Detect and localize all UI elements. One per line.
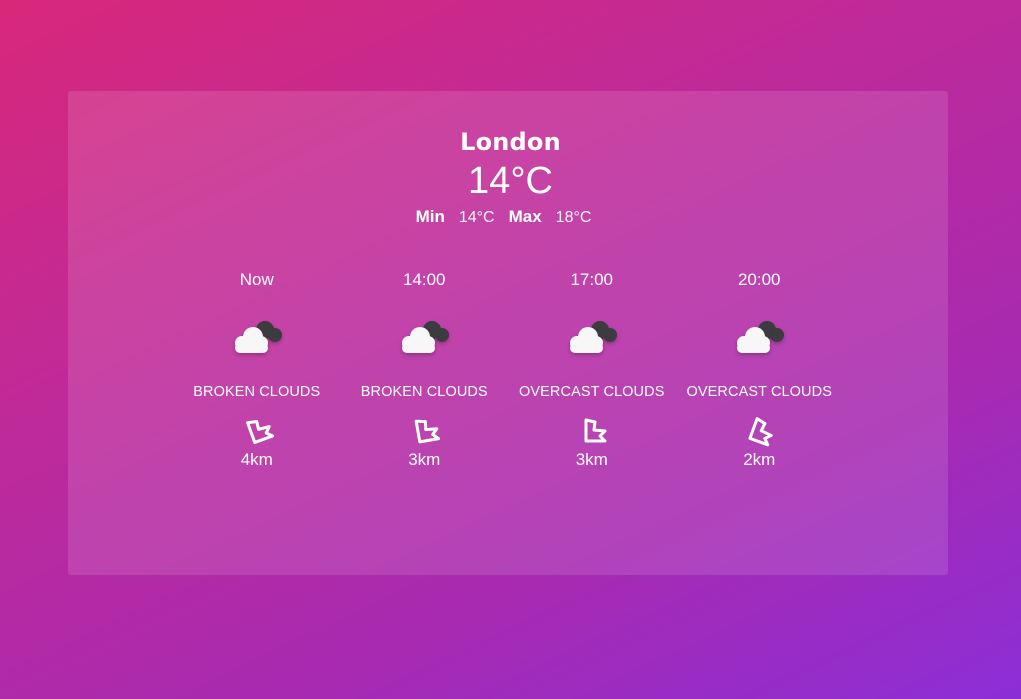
forecast-item: Now BROKEN CLOUDS 4km [173,268,341,472]
forecast-description: OVERCAST CLOUDS [519,384,665,400]
forecast-list: Now BROKEN CLOUDS 4km 14:00 BROKEN CLOUD… [173,268,843,472]
wind-direction-icon [748,417,773,447]
overcast-clouds-icon [569,321,617,353]
forecast-description: OVERCAST CLOUDS [686,384,832,400]
forecast-item: 20:00 OVERCAST CLOUDS 2km [676,268,844,472]
wind-distance: 2km [743,450,776,469]
wind-distance: 3km [575,450,608,469]
min-value: 14°C [458,209,495,226]
overcast-clouds-icon [737,321,785,353]
forecast-item: 17:00 OVERCAST CLOUDS 3km [508,268,676,472]
city-name: London [460,128,561,156]
max-value: 18°C [555,209,592,226]
forecast-time: 17:00 [570,270,614,289]
forecast-description: BROKEN CLOUDS [193,384,321,400]
wind-direction-icon [584,418,607,443]
min-max-row: Min 14°C Max 18°C [0,207,1021,227]
wind-direction-icon [414,419,441,444]
forecast-item: 14:00 BROKEN CLOUDS 3km [341,268,509,472]
forecast-time: Now [239,270,274,289]
forecast-time: 20:00 [737,270,781,289]
broken-clouds-icon [402,321,450,353]
forecast-time: 14:00 [402,270,446,289]
min-label: Min [415,207,445,226]
current-temperature: 14°C [468,160,553,202]
forecast-description: BROKEN CLOUDS [360,384,488,400]
wind-distance: 3km [408,450,441,469]
wind-direction-icon [245,420,274,444]
wind-distance: 4km [240,450,273,469]
broken-clouds-icon [234,321,282,353]
max-label: Max [508,207,542,226]
